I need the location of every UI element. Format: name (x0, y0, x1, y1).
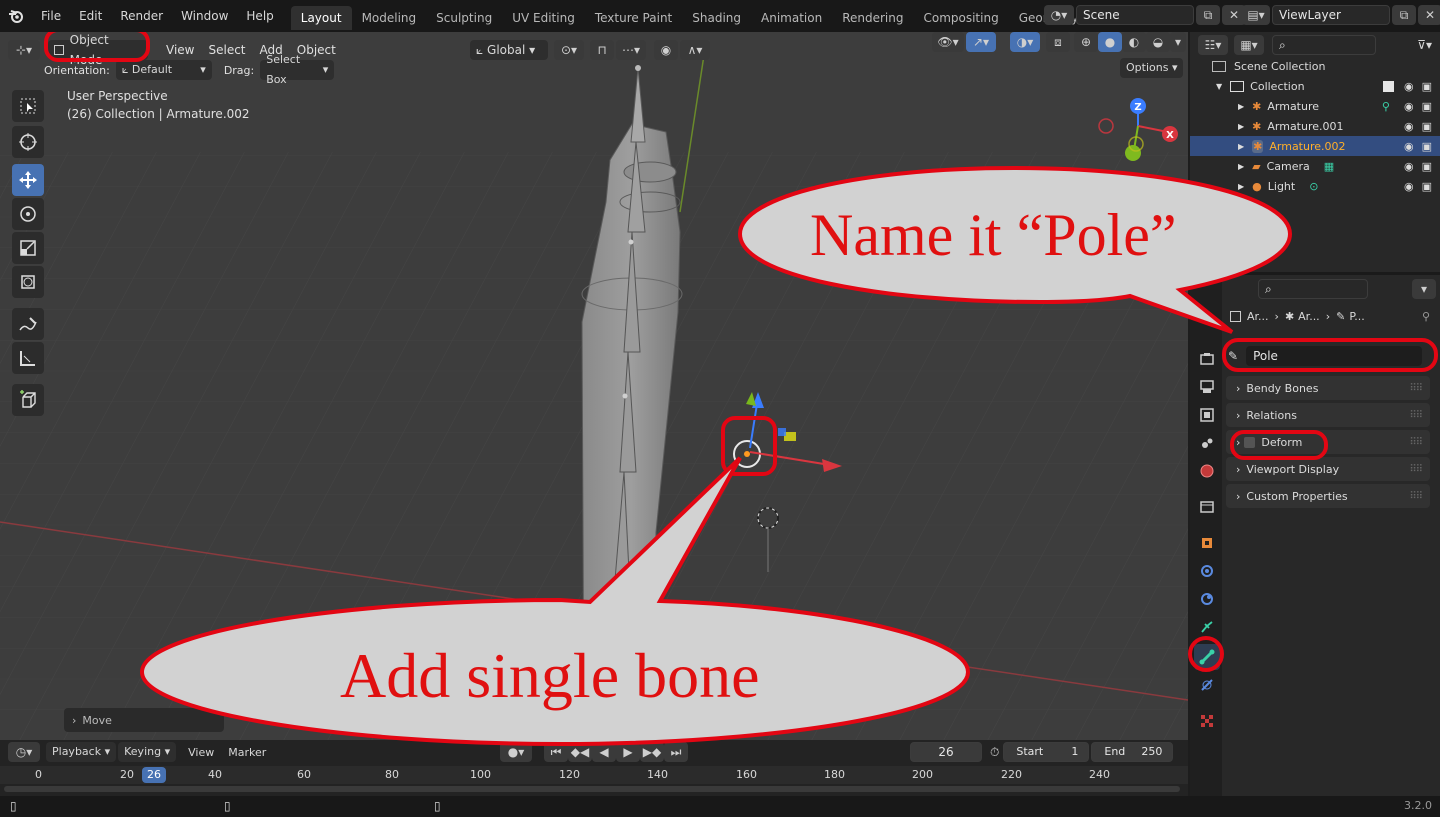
callout-bone-text: Add single bone (340, 640, 760, 711)
callout-name-text: Name it “Pole” (810, 202, 1177, 268)
